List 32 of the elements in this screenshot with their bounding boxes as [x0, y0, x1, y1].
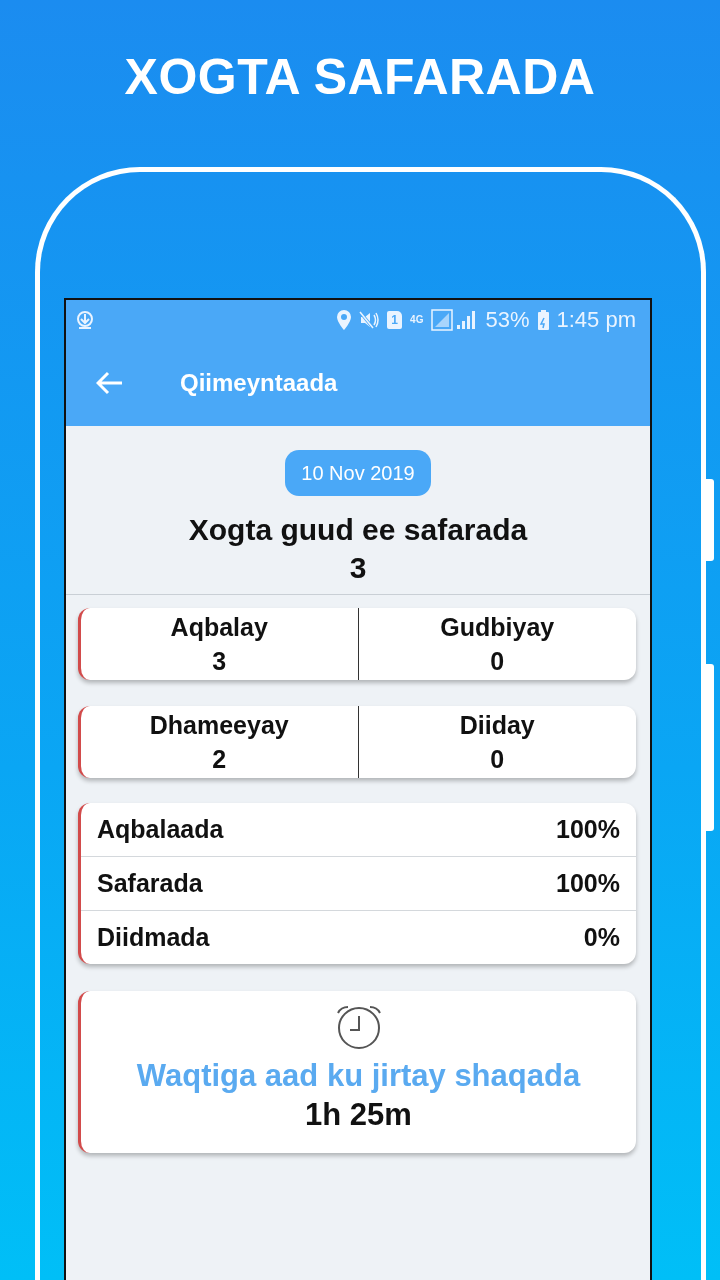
app-bar-title: Qiimeyntaada — [180, 369, 338, 397]
back-arrow-icon[interactable] — [96, 371, 124, 395]
battery-percent: 53% — [485, 309, 530, 331]
sim-icon: 1 — [387, 311, 403, 329]
battery-icon — [537, 310, 549, 330]
alarm-clock-icon — [334, 1005, 383, 1049]
stat-value: 0 — [490, 744, 505, 775]
clock-time: 1:45 pm — [556, 309, 636, 331]
rate-value: 0% — [583, 923, 620, 952]
stat-label: Gudbiyay — [440, 612, 555, 643]
work-time-label: Waqtiga aad ku jirtay shaqada — [136, 1057, 581, 1095]
stat-value: 3 — [212, 646, 227, 677]
stat-label: Diiday — [459, 710, 535, 741]
rate-value: 100% — [556, 869, 620, 898]
summary-title: Xogta guud ee safarada — [188, 512, 528, 548]
summary-total: 3 — [349, 550, 367, 586]
rate-label: Aqbalaada — [97, 815, 224, 844]
stat-value: 2 — [212, 744, 227, 775]
signal-icon — [431, 309, 478, 331]
headline: XOGTA SAFARADA — [123, 48, 597, 106]
download-icon — [76, 310, 94, 330]
rate-label: Safarada — [97, 869, 203, 898]
stat-label: Aqbalay — [170, 612, 268, 643]
stat-value: 0 — [490, 646, 505, 677]
stat-label: Dhameeyay — [149, 710, 289, 741]
work-time-value: 1h 25m — [305, 1096, 412, 1134]
network-type: 4G — [410, 315, 424, 325]
date-chip[interactable]: 10 Nov 2019 — [285, 450, 431, 496]
rate-label: Diidmada — [97, 923, 210, 952]
rate-value: 100% — [556, 815, 620, 844]
mute-icon — [359, 310, 380, 330]
location-icon — [337, 310, 352, 330]
